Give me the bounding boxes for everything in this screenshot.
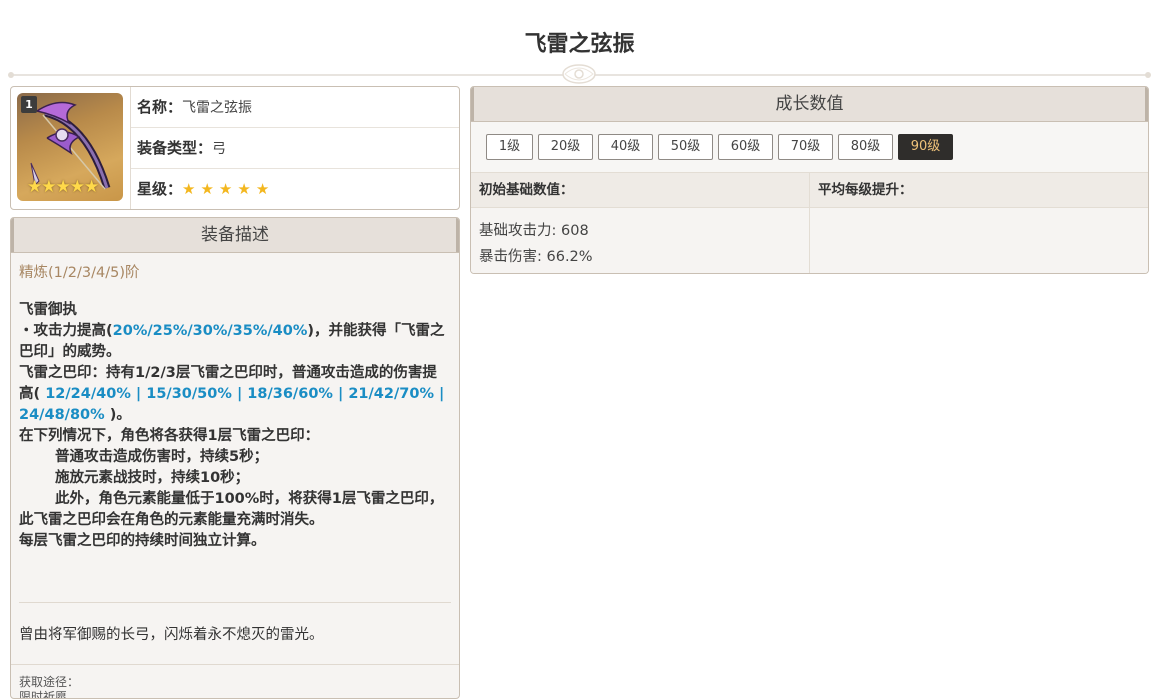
level-button-40[interactable]: 40级 <box>598 134 653 160</box>
passive-line-3: 在下列情况下，角色将各获得1层飞雷之巴印： <box>19 428 320 444</box>
passive-line-6: 此外，角色元素能量低于100%时，将获得1层飞雷之巴印，此飞雷之巴印会在角色的元… <box>19 491 444 528</box>
rarity-stars: ★ ★ ★ ★ ★ <box>182 180 274 198</box>
base-stats-header: 初始基础数值： <box>479 182 574 198</box>
type-label: 装备类型： <box>137 139 213 157</box>
divider-left-dot <box>8 72 14 78</box>
star-icon: ★ <box>200 180 214 198</box>
level-button-50[interactable]: 50级 <box>658 134 713 160</box>
refine-label: 精炼(1/2/3/4/5)阶 <box>19 265 140 281</box>
name-label: 名称： <box>137 98 183 116</box>
divider-right-dot <box>1145 72 1151 78</box>
rarity-label: 星级： <box>137 180 183 198</box>
passive-name: 飞雷御执 <box>19 302 77 318</box>
dmg-bonus-values: 12/24/40% | 15/30/50% | 18/36/60% | 21/4… <box>19 386 445 423</box>
source-label: 获取途径： <box>19 675 80 689</box>
stats-panel: 成长数值 1级 20级 40级 50级 60级 70级 80级 90级 初始基础数值： 平均每… <box>470 86 1149 274</box>
atk-bonus-values: 20%/25%/30%/35%/40% <box>112 323 308 339</box>
level-button-90[interactable]: 90级 <box>898 134 953 160</box>
description-header: 装备描述 <box>11 218 459 253</box>
title-ornament-icon <box>562 64 596 84</box>
stats-header: 成长数值 <box>471 87 1148 122</box>
star-icon: ★ <box>255 180 270 198</box>
image-rarity-stars: ★★★★★ <box>27 177 99 197</box>
name-row: 名称：飞雷之弦振 <box>131 87 459 128</box>
crit-damage-value: 暴击伤害: 66.2% <box>479 249 593 265</box>
source-block: 获取途径： 限时祈愿 <box>19 665 451 699</box>
passive-line-5: 施放元素战技时，持续10秒； <box>55 470 250 486</box>
line2-text-b: )。 <box>109 407 131 423</box>
page-title: 飞雷之弦振 <box>524 32 635 57</box>
star-icon: ★ <box>218 180 233 198</box>
base-attack-value: 基础攻击力: 608 <box>479 223 589 239</box>
level-button-70[interactable]: 70级 <box>778 134 833 160</box>
stats-column-divider <box>809 173 810 273</box>
source-value: 限时祈愿 <box>19 690 68 699</box>
passive-line-1: ・攻击力提高(20%/25%/30%/35%/40%)，并能获得「飞雷之巴印」的… <box>19 321 451 363</box>
name-value: 飞雷之弦振 <box>182 100 253 116</box>
weapon-image: 1 ★★★★★ <box>17 93 123 201</box>
description-panel: 装备描述 精炼(1/2/3/4/5)阶 飞雷御执 ・攻击力提高(20%/25%/… <box>10 217 460 699</box>
description-body: 精炼(1/2/3/4/5)阶 飞雷御执 ・攻击力提高(20%/25%/30%/3… <box>11 253 459 699</box>
passive-line-2: 飞雷之巴印：持有1/2/3层飞雷之巴印时，普通攻击造成的伤害提高( 12/24/… <box>19 363 451 426</box>
level-button-60[interactable]: 60级 <box>718 134 773 160</box>
weapon-info-card: 1 ★★★★★ 名称：飞雷之弦振 装备类型：弓 星级：★ ★ ★ ★ ★ <box>10 86 460 210</box>
rarity-row: 星级：★ ★ ★ ★ ★ <box>131 169 459 209</box>
lore-text: 曾由将军御赐的长弓，闪烁着永不熄灭的雷光。 <box>19 627 324 643</box>
rarity-badge: 1 <box>21 96 37 113</box>
growth-stats-header: 平均每级提升： <box>818 182 913 198</box>
line1-text-a: ・攻击力提高( <box>19 323 113 339</box>
passive-line-7: 每层飞雷之巴印的持续时间独立计算。 <box>19 533 266 549</box>
level-button-80[interactable]: 80级 <box>838 134 893 160</box>
star-icon: ★ <box>182 180 196 198</box>
type-value: 弓 <box>212 141 227 157</box>
level-button-1[interactable]: 1级 <box>486 134 533 160</box>
level-selector: 1级 20级 40级 50级 60级 70级 80级 90级 <box>471 122 1148 173</box>
type-row: 装备类型：弓 <box>131 128 459 169</box>
level-button-20[interactable]: 20级 <box>538 134 593 160</box>
passive-line-4: 普通攻击造成伤害时，持续5秒； <box>55 449 269 465</box>
star-icon: ★ <box>237 180 251 198</box>
